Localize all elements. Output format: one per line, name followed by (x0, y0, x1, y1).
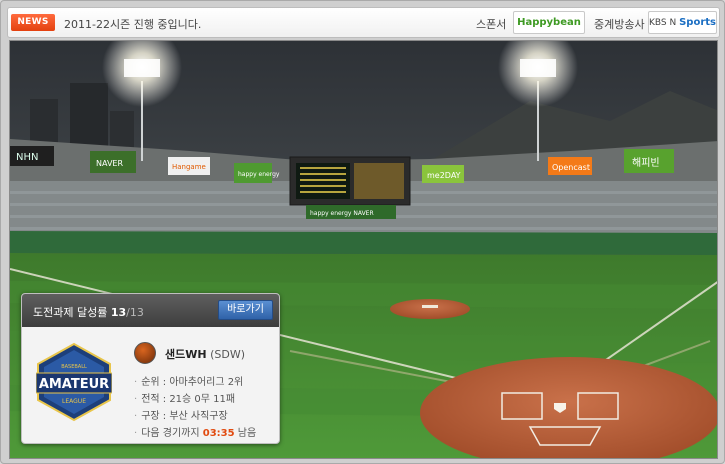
amateur-league-logo: AMATEUR BASEBALL LEAGUE (36, 342, 112, 422)
kbs-logo-prefix: KBS N (649, 18, 677, 28)
opencast-board: Opencast (552, 163, 590, 172)
me2day-board: me2DAY (427, 171, 461, 180)
broadcaster-label: 중계방송사 (594, 18, 645, 31)
achievement-rate-label: 도전과제 달성률 (33, 306, 108, 319)
hangame-board: Hangame (172, 163, 206, 171)
achievement-card: 도전과제 달성률 13/13 바로가기 AMATEUR BASEBALL LEA… (21, 293, 280, 444)
team-name: 샌드WH (SDW) (165, 346, 245, 362)
news-bar: NEWS 2011-22시즌 진행 중입니다. 스폰서 Happybean 중계… (7, 7, 720, 38)
stat-record: · 전적 : 21승 0무 11패 (134, 390, 274, 407)
card-header: 도전과제 달성률 13/13 바로가기 (22, 294, 279, 327)
scoreboard-strip: happy energy NAVER (310, 210, 374, 217)
happybean-board: 해피빈 (632, 156, 660, 169)
next-game-suffix: 남음 (237, 428, 257, 439)
news-headline[interactable]: 2011-22시즌 진행 중입니다. (64, 16, 201, 32)
team-stats: · 순위 : 아마추어리그 2위 · 전적 : 21승 0무 11패 · 구장 : 부… (134, 373, 274, 441)
go-button[interactable]: 바로가기 (218, 300, 273, 320)
next-game-countdown: 03:35 (202, 428, 235, 439)
logo-baseball-text: BASEBALL (61, 364, 87, 370)
stat-record-text: 전적 : 21승 0무 11패 (141, 394, 236, 405)
bullet-icon: · (134, 394, 138, 405)
happy-energy-board: happy energy (238, 171, 280, 178)
team-emblem-icon (134, 342, 156, 364)
widget-frame: NEWS 2011-22시즌 진행 중입니다. 스폰서 Happybean 중계… (0, 0, 725, 464)
kbs-logo-name: Sports (679, 17, 717, 28)
team-name-text: 샌드WH (165, 348, 207, 361)
team-code: (SDW) (210, 348, 246, 361)
achievement-rate: 도전과제 달성률 13/13 (33, 304, 144, 320)
stat-rank-text: 순위 : 아마추어리그 2위 (141, 377, 244, 388)
next-game-prefix: 다음 경기까지 (141, 428, 200, 439)
achievement-count: 13 (110, 306, 127, 319)
bullet-icon: · (134, 411, 138, 422)
logo-amateur-text: AMATEUR (39, 377, 109, 392)
stat-stadium-text: 구장 : 부산 사직구장 (141, 411, 228, 422)
sponsor-label: 스폰서 (476, 18, 507, 31)
stat-stadium: · 구장 : 부산 사직구장 (134, 407, 274, 424)
stat-rank: · 순위 : 아마추어리그 2위 (134, 373, 274, 390)
logo-league-text: LEAGUE (62, 398, 86, 405)
bullet-icon: · (134, 377, 138, 388)
achievement-total: /13 (126, 306, 144, 319)
naver-board: NAVER (96, 159, 123, 168)
nhn-board: NHN (16, 152, 38, 163)
happybean-logo[interactable]: Happybean (513, 11, 585, 34)
bullet-icon: · (134, 428, 138, 439)
news-badge: NEWS (11, 14, 55, 31)
stat-next-game: · 다음 경기까지 03:35 남음 (134, 424, 274, 441)
kbs-sports-logo[interactable]: KBS N Sports (648, 11, 717, 34)
